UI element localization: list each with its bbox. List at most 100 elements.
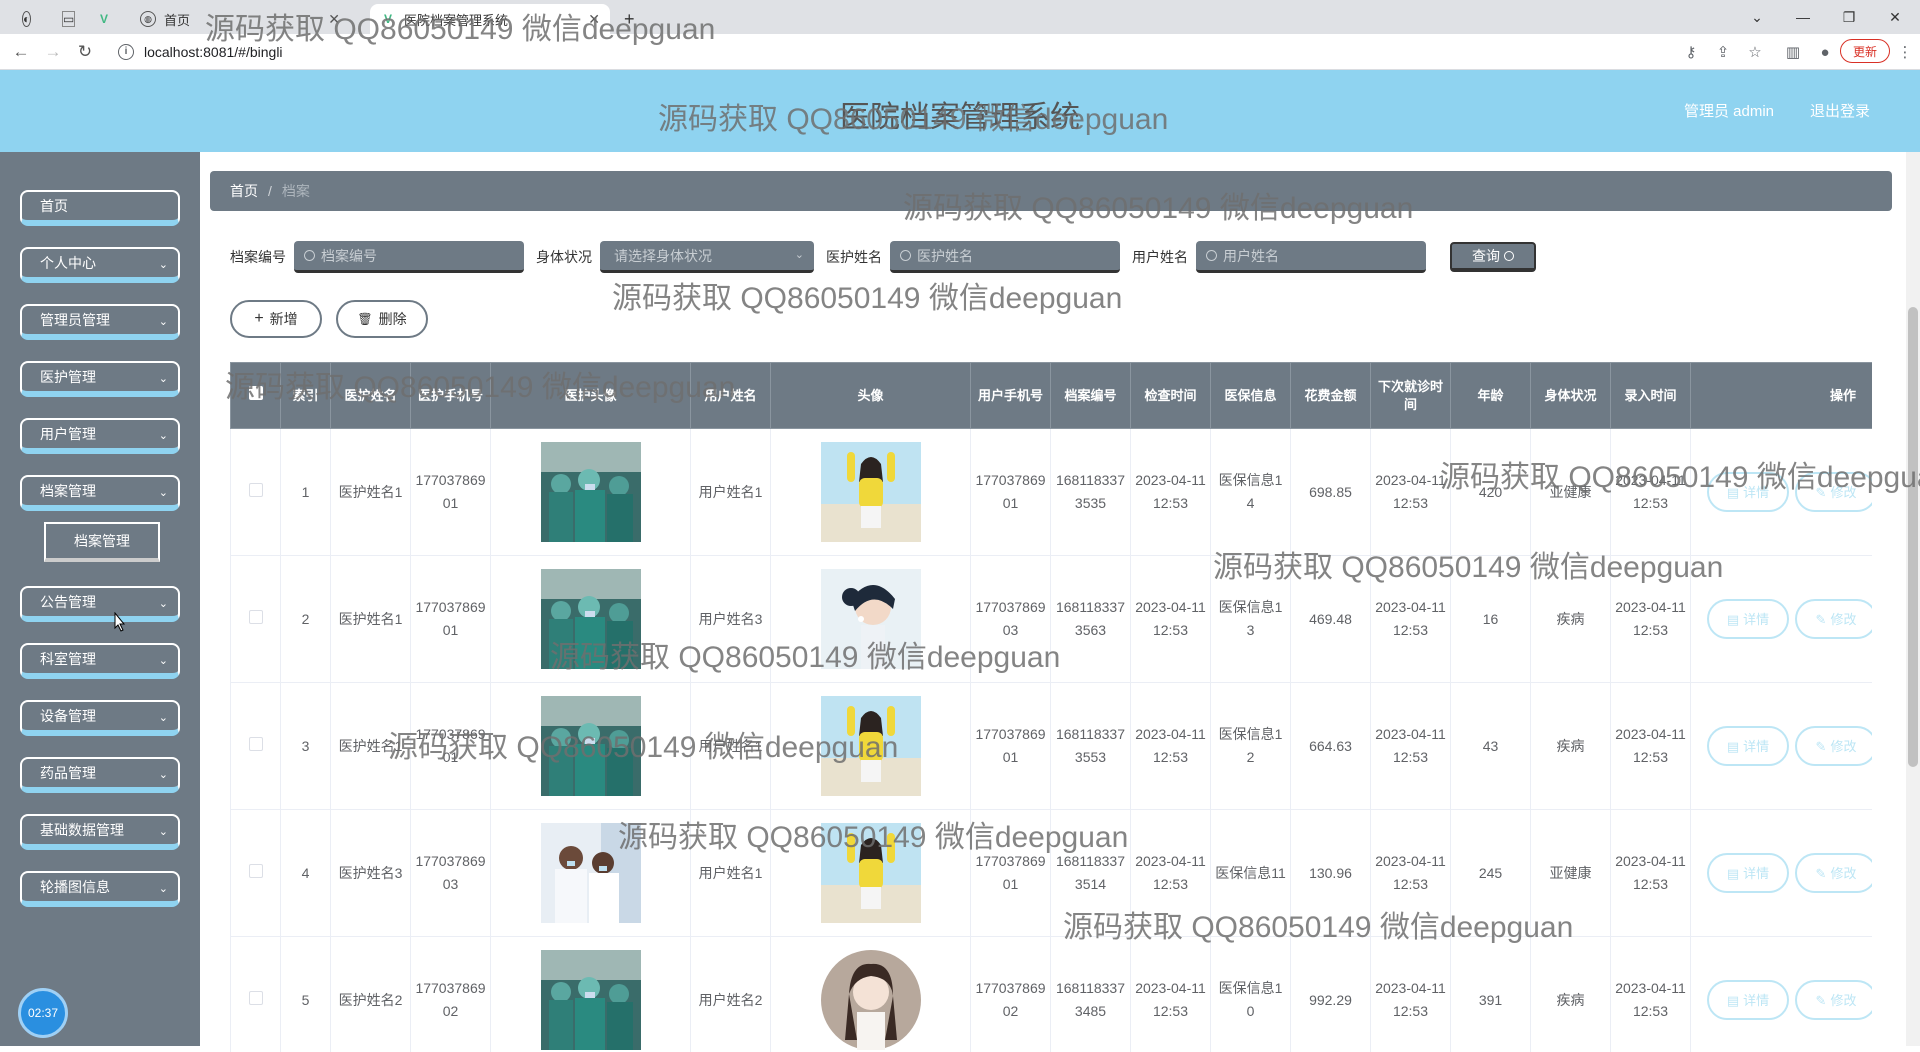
vue-tab-icon[interactable]: V: [90, 4, 126, 34]
row-checkbox-cell[interactable]: [231, 683, 281, 810]
select-all-checkbox[interactable]: [231, 363, 281, 429]
cost-cell: 992.29: [1291, 937, 1371, 1052]
sidebar-item-home[interactable]: 首页: [20, 190, 180, 226]
detail-button[interactable]: ▤详情: [1707, 599, 1789, 639]
minimize-icon[interactable]: —: [1780, 0, 1826, 34]
edit-button[interactable]: ✎修改: [1795, 472, 1872, 512]
browser-tab-active-label: 医院档案管理系统: [404, 10, 508, 29]
column-header: 头像: [771, 363, 971, 429]
pinned-tab-icon[interactable]: ▭: [52, 4, 88, 34]
doctor-name-input[interactable]: 医护姓名: [890, 241, 1120, 273]
plus-icon: +: [254, 310, 263, 328]
logout-link[interactable]: 退出登录: [1810, 100, 1870, 121]
restore-icon[interactable]: ❐: [1826, 0, 1872, 34]
record-no-input[interactable]: 档案编号: [294, 241, 524, 273]
sidebar-item-basic-data-management[interactable]: 基础数据管理⌄: [20, 814, 180, 850]
browser-profile-icon[interactable]: ◐: [12, 4, 48, 34]
detail-button[interactable]: ▤详情: [1707, 472, 1789, 512]
sidebar-item-record-management[interactable]: 档案管理⌄: [20, 475, 180, 511]
edit-button[interactable]: ✎修改: [1795, 853, 1872, 893]
url-field[interactable]: i localhost:8081/#/bingli: [108, 38, 1678, 66]
user-photo-cell: [771, 937, 971, 1052]
sidebar-item-equipment-management[interactable]: 设备管理⌄: [20, 700, 180, 736]
sidebar-item-user-management[interactable]: 用户管理⌄: [20, 418, 180, 454]
chevron-down-icon: ⌄: [159, 258, 168, 271]
back-icon[interactable]: ←: [8, 40, 34, 64]
delete-button[interactable]: 🗑 删除: [336, 300, 428, 338]
page-scrollbar[interactable]: [1906, 152, 1920, 1046]
reload-icon[interactable]: ↻: [72, 40, 98, 64]
close-window-icon[interactable]: ✕: [1872, 0, 1918, 34]
checkbox[interactable]: [249, 991, 263, 1005]
chevron-down-icon: ⌄: [159, 825, 168, 838]
document-icon: ▤: [1727, 481, 1739, 504]
checkbox[interactable]: [249, 386, 263, 400]
entry-time-cell: 2023-04-11 12:53: [1611, 937, 1691, 1052]
checkbox[interactable]: [249, 610, 263, 624]
sidebar-item-notice-management[interactable]: 公告管理 ⌄: [20, 586, 180, 622]
share-icon[interactable]: ⇪: [1712, 41, 1734, 63]
sidepanel-icon[interactable]: ▥: [1782, 41, 1804, 63]
document-icon: ▤: [1727, 862, 1739, 885]
detail-button-label: 详情: [1743, 608, 1769, 631]
submenu-item-record-management[interactable]: 档案管理: [44, 522, 160, 562]
more-menu-icon[interactable]: ⋮: [1894, 41, 1916, 63]
breadcrumb-home[interactable]: 首页: [230, 181, 258, 201]
entry-time-cell: 2023-04-11 12:53: [1611, 810, 1691, 937]
detail-button[interactable]: ▤详情: [1707, 853, 1789, 893]
detail-button[interactable]: ▤详情: [1707, 980, 1789, 1020]
condition-cell: 亚健康: [1531, 810, 1611, 937]
entry-time-cell: 2023-04-11 12:53: [1611, 683, 1691, 810]
sidebar-item-admin-management[interactable]: 管理员管理⌄: [20, 304, 180, 340]
row-checkbox-cell[interactable]: [231, 556, 281, 683]
profile-avatar-icon[interactable]: ●: [1814, 41, 1836, 63]
search-icon: [304, 250, 315, 261]
browser-tab-home[interactable]: ◍ 首页 ✕: [130, 4, 350, 34]
sidebar-item-label: 公告管理: [40, 592, 96, 612]
row-checkbox-cell[interactable]: [231, 937, 281, 1052]
edit-button[interactable]: ✎修改: [1795, 599, 1872, 639]
close-tab-icon[interactable]: ✕: [588, 11, 600, 28]
user-name-input[interactable]: 用户姓名: [1196, 241, 1426, 273]
new-tab-icon[interactable]: +: [614, 4, 644, 34]
search-label-doctor-name: 医护姓名: [826, 247, 882, 267]
doctor-name-cell: 医护姓名1: [331, 429, 411, 556]
site-info-icon[interactable]: i: [118, 44, 134, 60]
delete-button-label: 删除: [379, 309, 407, 329]
chevron-down-icon: ⌄: [159, 315, 168, 328]
sidebar-item-department-management[interactable]: 科室管理⌄: [20, 643, 180, 679]
close-tab-icon[interactable]: ✕: [328, 11, 340, 28]
bookmark-star-icon[interactable]: ☆: [1744, 41, 1766, 63]
checkbox[interactable]: [249, 483, 263, 497]
submenu-item-label: 档案管理: [74, 531, 130, 551]
record-no-cell: 1681183373553: [1051, 683, 1131, 810]
row-checkbox-cell[interactable]: [231, 810, 281, 937]
query-button[interactable]: 查询: [1450, 242, 1536, 272]
checkbox[interactable]: [249, 864, 263, 878]
doctor-phone-cell: 17703786901: [411, 429, 491, 556]
sidebar-item-drug-management[interactable]: 药品管理⌄: [20, 757, 180, 793]
next-visit-cell: 2023-04-11 12:53: [1371, 429, 1451, 556]
add-button[interactable]: + 新增: [230, 300, 322, 338]
detail-button[interactable]: ▤详情: [1707, 726, 1789, 766]
key-icon[interactable]: ⚷: [1680, 41, 1702, 63]
age-cell: 420: [1451, 429, 1531, 556]
chevron-down-icon: ⌄: [159, 597, 168, 610]
browser-tab-active[interactable]: V 医院档案管理系统 ✕: [370, 4, 610, 34]
sidebar-item-carousel-info[interactable]: 轮播图信息⌄: [20, 871, 180, 907]
sidebar-item-doctor-management[interactable]: 医护管理⌄: [20, 361, 180, 397]
update-button[interactable]: 更新: [1840, 39, 1890, 63]
condition-select[interactable]: 请选择身体状况 ⌄: [600, 241, 814, 273]
tab-search-icon[interactable]: ⌄: [1734, 0, 1780, 34]
row-checkbox-cell[interactable]: [231, 429, 281, 556]
edit-button[interactable]: ✎修改: [1795, 726, 1872, 766]
breadcrumb-current: 档案: [282, 181, 310, 201]
edit-button[interactable]: ✎修改: [1795, 980, 1872, 1020]
search-form: 档案编号 档案编号 身体状况 请选择身体状况 ⌄ 医护姓名 医护姓名 用户姓名 …: [230, 240, 1536, 274]
sidebar-item-personal-center[interactable]: 个人中心⌄: [20, 247, 180, 283]
browser-tab-bar: ◐ ▭ V ◍ 首页 ✕ V 医院档案管理系统 ✕ + ⌄ — ❐ ✕: [0, 0, 1920, 34]
scrollbar-thumb[interactable]: [1908, 307, 1918, 767]
row-index-cell: 1: [281, 429, 331, 556]
checkbox[interactable]: [249, 737, 263, 751]
forward-icon[interactable]: →: [40, 40, 66, 64]
